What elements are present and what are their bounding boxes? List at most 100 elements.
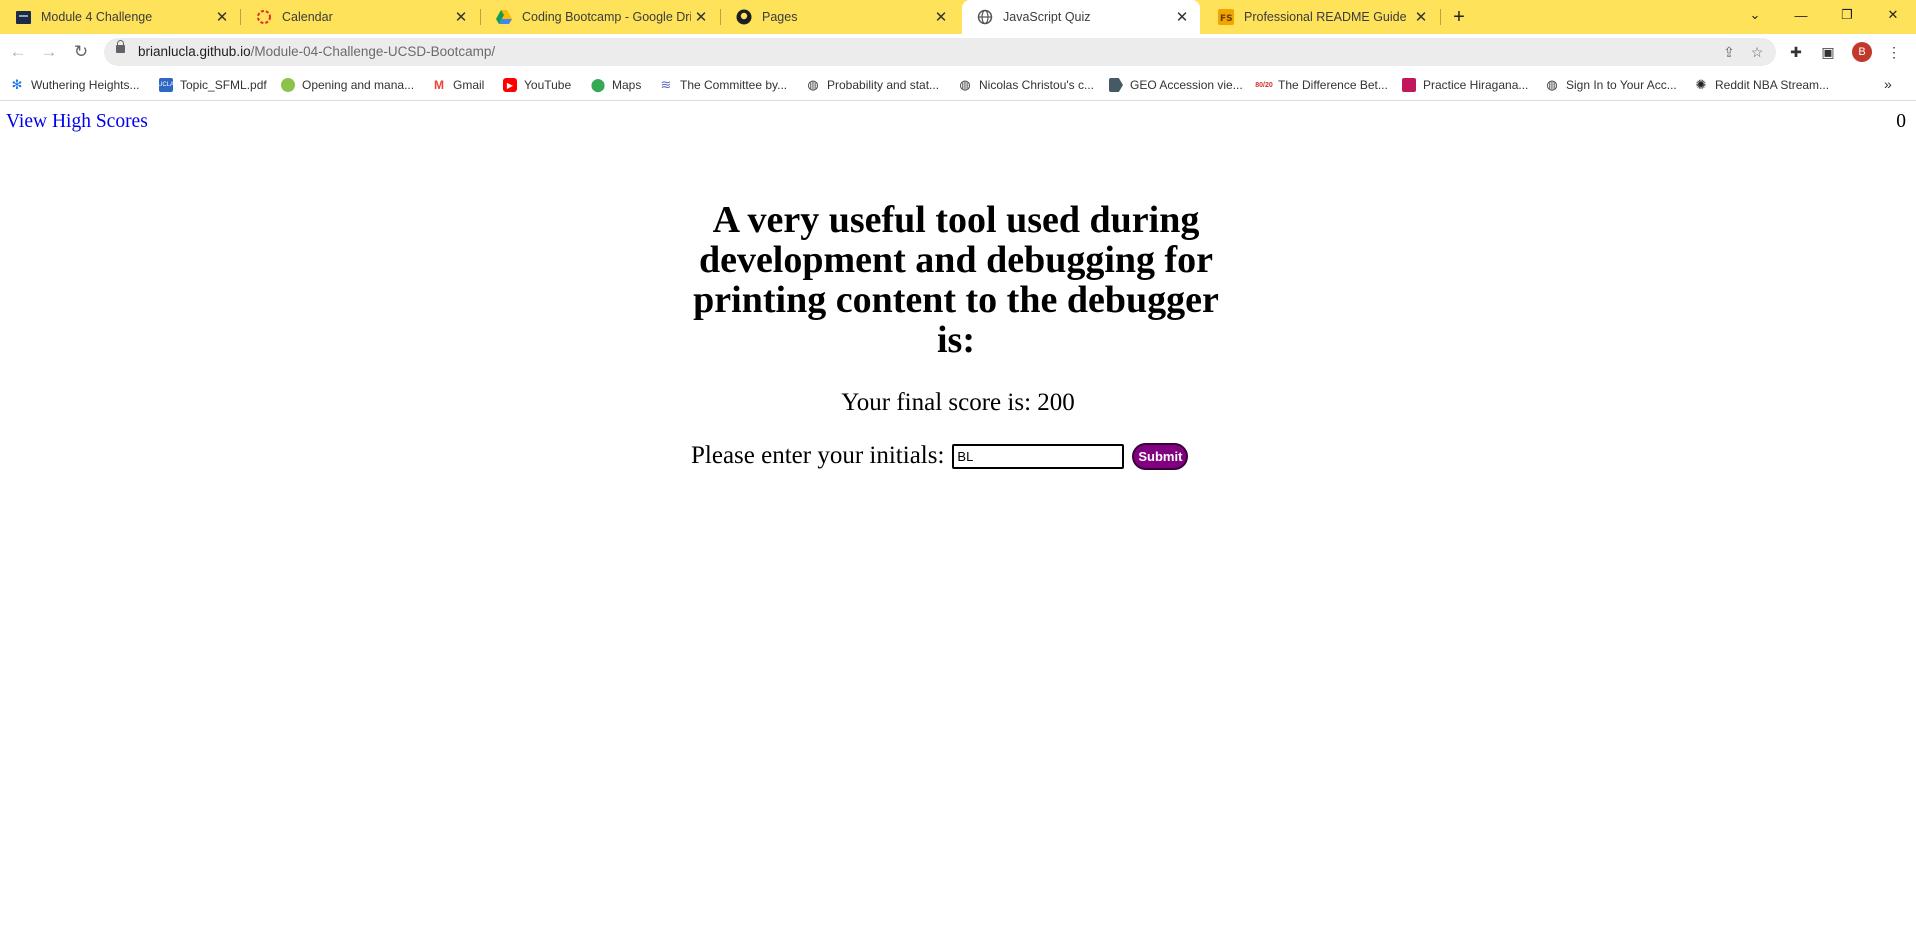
- bookmark-label: Opening and mana...: [302, 78, 415, 92]
- bookmark-item[interactable]: ⬤ Maps: [590, 76, 642, 94]
- restore-icon[interactable]: ❐: [1824, 0, 1870, 30]
- menu-icon[interactable]: ⋮: [1884, 42, 1904, 62]
- basketball-icon: ✺: [1695, 77, 1707, 92]
- close-icon[interactable]: ✕: [691, 7, 711, 27]
- lock-icon: [116, 40, 125, 53]
- tab-pages[interactable]: Pages ✕: [721, 0, 959, 34]
- globe-icon: ◍: [807, 77, 819, 92]
- hiragana-icon: [1402, 78, 1416, 92]
- svg-text:FS: FS: [1220, 14, 1233, 24]
- bookmark-label: Probability and stat...: [827, 78, 940, 92]
- bookmark-item[interactable]: Opening and mana...: [281, 76, 414, 94]
- bookmark-item[interactable]: M Gmail: [432, 76, 484, 94]
- close-icon[interactable]: ✕: [931, 7, 951, 27]
- snowflake-icon: ✻: [11, 77, 23, 92]
- bookmark-label: YouTube: [524, 78, 572, 92]
- close-icon[interactable]: ✕: [1172, 7, 1192, 27]
- tab-search-icon[interactable]: ⌄: [1732, 0, 1778, 30]
- bookmark-item[interactable]: Practice Hiragana...: [1402, 76, 1528, 94]
- ucla-icon: UCLA: [158, 78, 174, 92]
- submit-button[interactable]: Submit: [1132, 442, 1189, 470]
- final-score: Your final score is: 200: [841, 389, 1075, 416]
- tab-strip: Module 4 Challenge ✕ Calendar ✕ Coding B…: [0, 0, 1916, 34]
- question-title: A very useful tool used during developme…: [693, 199, 1219, 361]
- bookmarks-bar: ✻ Wuthering Heights... UCLA Topic_SFML.pdf…: [0, 70, 1916, 101]
- readme-guide-icon: FS: [1218, 9, 1234, 25]
- layers-icon: ≋: [660, 77, 672, 92]
- avatar[interactable]: B: [1852, 42, 1872, 62]
- bookmark-item[interactable]: GEO Accession vie...: [1109, 76, 1243, 94]
- forward-icon[interactable]: →: [37, 40, 61, 64]
- tab-title: Calendar: [282, 10, 333, 24]
- page-content: View High Scores 0 A very useful tool us…: [0, 101, 1916, 942]
- initials-label: Please enter your initials:: [691, 442, 945, 469]
- leaf-icon: [281, 78, 295, 92]
- bookmark-label: Wuthering Heights...: [31, 78, 140, 92]
- bookmark-label: The Difference Bet...: [1278, 78, 1388, 92]
- view-high-scores-link[interactable]: View High Scores: [6, 111, 148, 133]
- bookmark-label: Maps: [612, 78, 642, 92]
- globe-icon: ◍: [1546, 77, 1558, 92]
- close-icon[interactable]: ✕: [212, 7, 232, 27]
- share-icon[interactable]: ⇪: [1720, 43, 1738, 61]
- tab-google-drive[interactable]: Coding Bootcamp - Google Drive ✕: [481, 0, 719, 34]
- bookmark-label: Practice Hiragana...: [1423, 78, 1529, 92]
- bookmark-label: Sign In to Your Acc...: [1566, 78, 1677, 92]
- bookmark-item[interactable]: ≋ The Committee by...: [659, 76, 788, 94]
- geo-icon: [1109, 78, 1123, 92]
- bookmark-item[interactable]: ✺ Reddit NBA Stream...: [1694, 76, 1830, 94]
- bookmark-item[interactable]: ◍ Probability and stat...: [806, 76, 939, 94]
- bookmark-item[interactable]: UCLA Topic_SFML.pdf: [158, 76, 267, 94]
- 80-20-icon: 80/20: [1255, 81, 1273, 89]
- globe-icon: [977, 9, 993, 25]
- tab-title: Professional README Guide | The: [1244, 10, 1411, 24]
- bookmark-label: Reddit NBA Stream...: [1715, 78, 1830, 92]
- window-close-icon[interactable]: ✕: [1870, 0, 1916, 30]
- back-icon[interactable]: ←: [6, 40, 30, 64]
- bookmark-item[interactable]: ◍ Nicolas Christou's c...: [958, 76, 1094, 94]
- tab-readme-guide[interactable]: FS Professional README Guide | The ✕: [1203, 0, 1439, 34]
- bookmark-label: Gmail: [453, 78, 485, 92]
- globe-icon: ◍: [959, 77, 971, 92]
- url-text: brianlucla.github.io/Module-04-Challenge…: [138, 44, 495, 59]
- maps-icon: ⬤: [590, 77, 606, 92]
- side-panel-icon[interactable]: ▣: [1818, 42, 1838, 62]
- star-icon[interactable]: ☆: [1748, 43, 1766, 61]
- tab-title: Module 4 Challenge: [41, 10, 153, 24]
- url-host: brianlucla.github.io: [138, 44, 251, 59]
- google-drive-icon: [496, 9, 512, 25]
- close-icon[interactable]: ✕: [1411, 7, 1431, 27]
- tab-javascript-quiz[interactable]: JavaScript Quiz ✕: [962, 0, 1200, 34]
- reload-icon[interactable]: ↻: [69, 40, 93, 64]
- close-icon[interactable]: ✕: [451, 7, 471, 27]
- calendar-icon: [256, 9, 272, 25]
- tab-title: JavaScript Quiz: [1003, 10, 1091, 24]
- bookmark-item[interactable]: ▶ YouTube: [503, 76, 571, 94]
- tab-title: Coding Bootcamp - Google Drive: [522, 10, 691, 24]
- tab-title: Pages: [762, 10, 798, 24]
- bookmark-item[interactable]: ◍ Sign In to Your Acc...: [1545, 76, 1677, 94]
- new-tab-icon[interactable]: +: [1448, 6, 1470, 28]
- browser-toolbar: ← → ↻ brianlucla.github.io/Module-04-Cha…: [0, 34, 1916, 70]
- bookmarks-overflow-icon[interactable]: »: [1884, 76, 1892, 92]
- bookmark-label: Nicolas Christou's c...: [979, 78, 1094, 92]
- bookmark-item[interactable]: 80/20 The Difference Bet...: [1255, 76, 1388, 94]
- initials-form: Please enter your initials: Submit: [691, 442, 1189, 470]
- extensions-icon[interactable]: ✚: [1786, 42, 1806, 62]
- gmail-icon: M: [434, 78, 444, 92]
- url-path: /Module-04-Challenge-UCSD-Bootcamp/: [250, 44, 496, 59]
- course-site-icon: [15, 9, 31, 25]
- address-bar[interactable]: brianlucla.github.io/Module-04-Challenge…: [104, 38, 1776, 66]
- bookmark-label: The Committee by...: [680, 78, 788, 92]
- tab-divider: [1440, 9, 1441, 25]
- timer: 0: [1896, 111, 1906, 132]
- initials-input[interactable]: [952, 443, 1125, 469]
- bookmark-label: GEO Accession vie...: [1130, 78, 1243, 92]
- bookmark-item[interactable]: ✻ Wuthering Heights...: [10, 76, 140, 94]
- bookmark-label: Topic_SFML.pdf: [180, 78, 267, 92]
- github-icon: [736, 9, 752, 25]
- youtube-icon: ▶: [503, 78, 517, 92]
- tab-module-4-challenge[interactable]: Module 4 Challenge ✕: [0, 0, 240, 34]
- tab-calendar[interactable]: Calendar ✕: [241, 0, 479, 34]
- minimize-icon[interactable]: —: [1778, 0, 1824, 30]
